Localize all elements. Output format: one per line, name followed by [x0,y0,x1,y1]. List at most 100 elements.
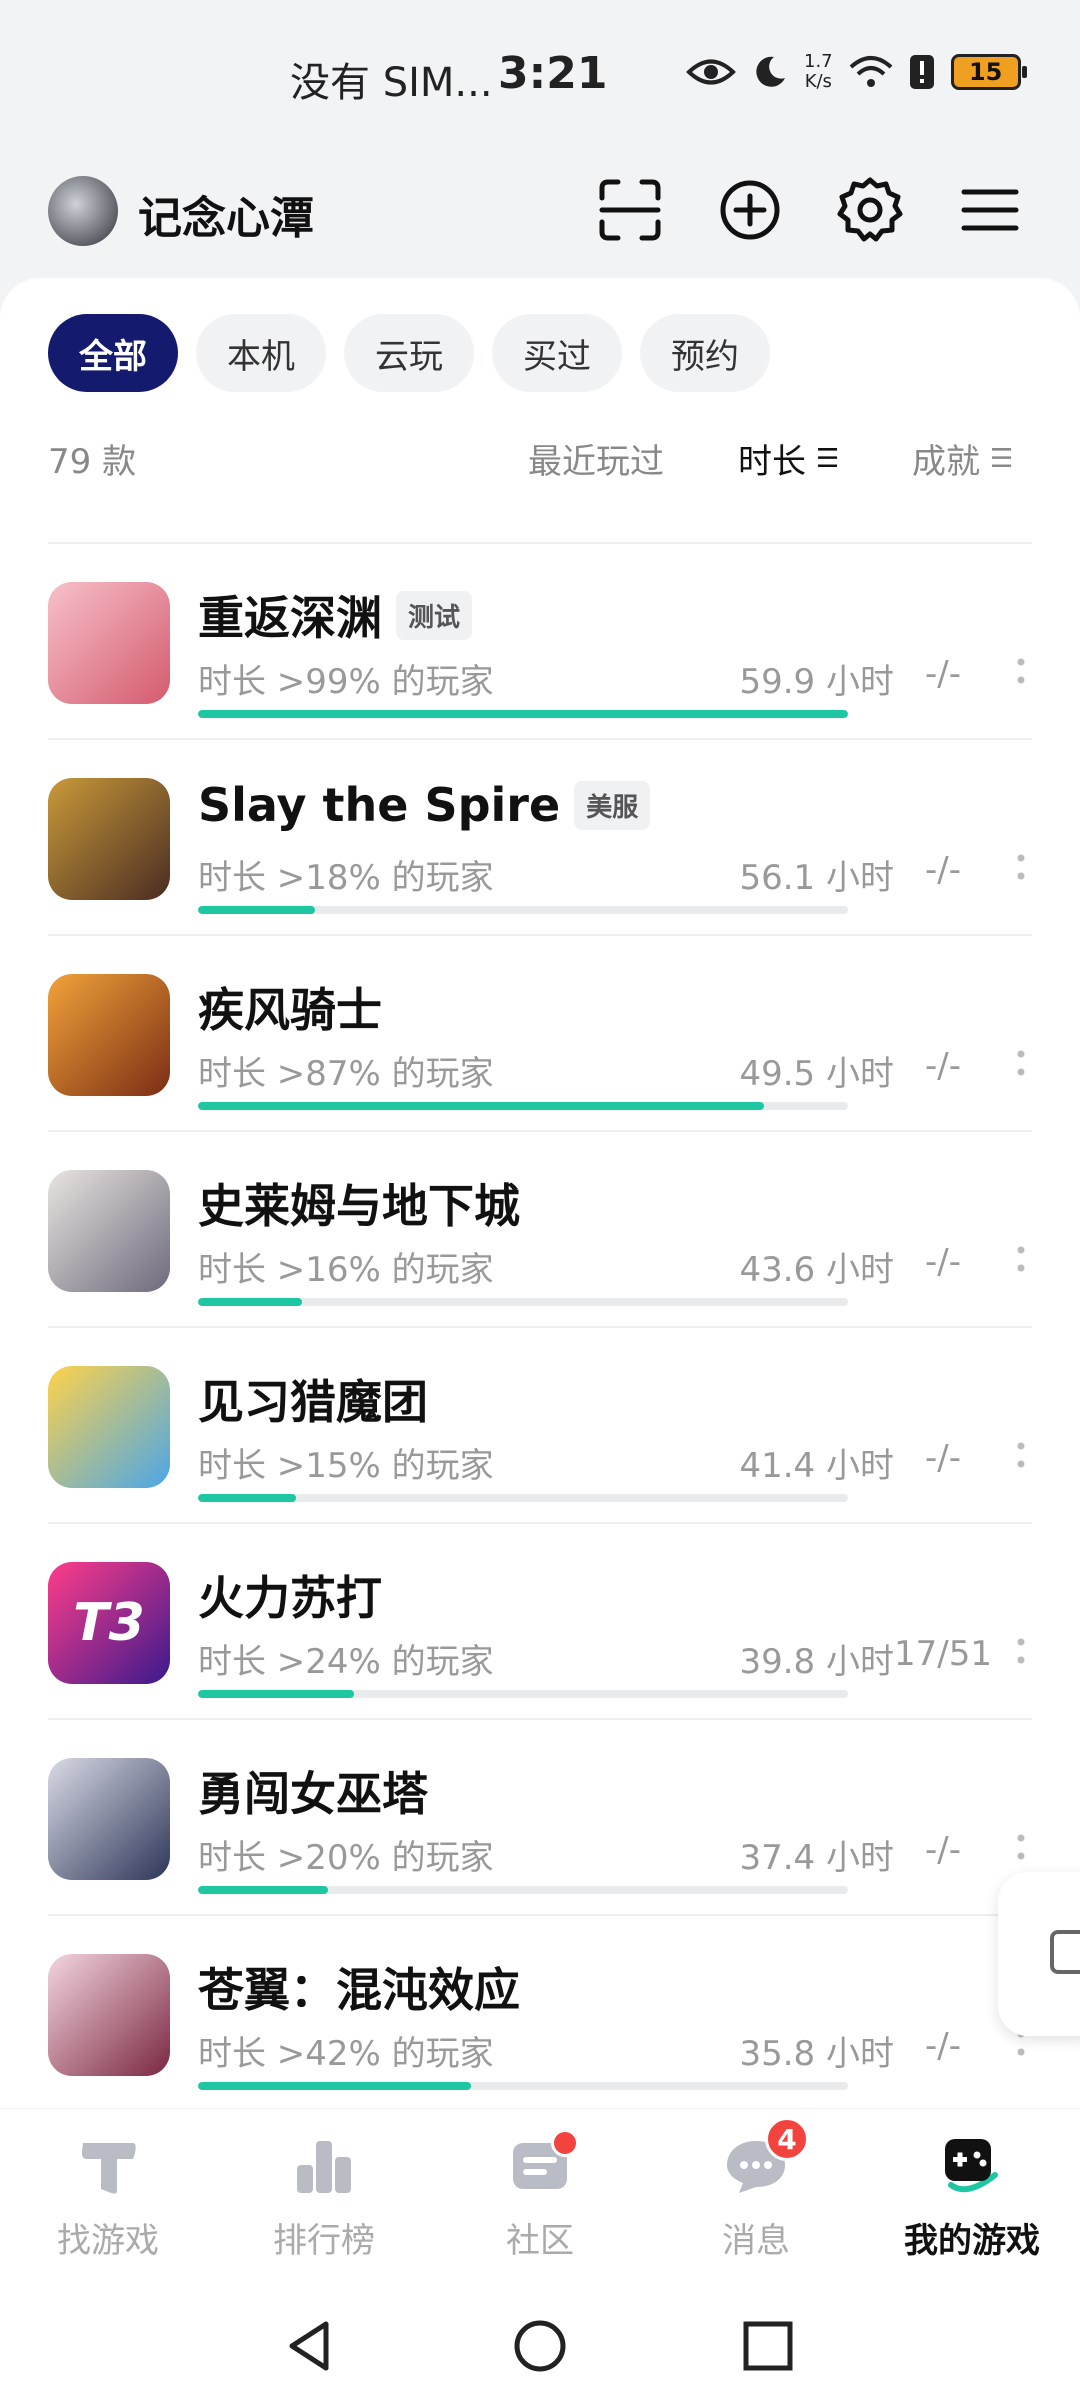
filter-chip[interactable]: 全部 [48,314,178,392]
playtime-percentile: 时长 >20% 的玩家 [198,1838,494,1878]
game-icon[interactable] [48,1954,170,2076]
home-icon[interactable] [510,2316,570,2376]
t-logo-icon [73,2131,143,2201]
more-options-icon[interactable] [1016,654,1026,688]
more-options-icon[interactable] [1016,1830,1026,1864]
game-tag: 美服 [574,780,651,830]
message-icon: 4 [721,2117,809,2201]
more-options-icon[interactable] [1016,1634,1026,1668]
community-icon [505,2129,579,2201]
playtime-percentile: 时长 >18% 的玩家 [198,858,494,898]
notification-dot [551,2129,579,2157]
progress-fill [198,1102,764,1110]
more-options-icon[interactable] [1016,1438,1026,1472]
achievement-count: -/- [925,1046,961,1086]
game-icon[interactable] [48,974,170,1096]
game-title: 勇闯女巫塔 [198,1767,428,1821]
achievement-count: -/- [925,850,961,890]
back-icon[interactable] [280,2316,340,2376]
game-row[interactable]: 疾风骑士 时长 >87% 的玩家 49.5 小时 -/- [48,934,1032,1130]
add-circle-icon[interactable] [714,174,786,246]
achievement-count: -/- [925,1830,961,1870]
scan-icon[interactable] [594,174,666,246]
more-options-icon[interactable] [1016,1046,1026,1080]
gear-icon[interactable] [834,174,906,246]
game-icon[interactable]: T3 [48,1562,170,1684]
menu-icon[interactable] [954,174,1026,246]
more-options-icon[interactable] [1016,1242,1026,1276]
progress-fill [198,1886,328,1894]
avatar[interactable] [48,176,118,246]
carrier-text: 没有 SIM... [290,60,493,106]
achievement-count: -/- [925,2026,961,2066]
sort-achievement[interactable]: 成就 ☰ [912,434,1013,483]
network-speed: 1.7 K/s [804,51,833,92]
clock: 3:21 [498,48,608,99]
status-bar: 没有 SIM... 3:21 1.7 K/s 15 [0,0,1080,150]
game-icon[interactable] [48,778,170,900]
filter-chip[interactable]: 买过 [492,314,622,392]
game-icon[interactable] [48,1366,170,1488]
playtime-percentile: 时长 >87% 的玩家 [198,1054,494,1094]
unread-badge: 4 [765,2117,809,2161]
playtime-percentile: 时长 >15% 的玩家 [198,1446,494,1486]
playtime-percentile: 时长 >16% 的玩家 [198,1250,494,1290]
playtime-progress-bar [198,2082,848,2090]
playtime-hours: 41.4 小时 [739,1446,894,1486]
game-row[interactable]: 苍翼：混沌效应 时长 >42% 的玩家 35.8 小时 -/- [48,1914,1032,2110]
sort-duration[interactable]: 时长 ☰ [738,434,839,483]
playtime-percentile: 时长 >99% 的玩家 [198,662,494,702]
achievement-count: 17/51 [894,1634,992,1674]
playtime-hours: 56.1 小时 [739,858,894,898]
game-row[interactable]: 史莱姆与地下城 时长 >16% 的玩家 43.6 小时 -/- [48,1130,1032,1326]
playtime-percentile: 时长 >24% 的玩家 [198,1642,494,1682]
playtime-hours: 49.5 小时 [739,1054,894,1094]
game-library-panel: 全部 本机 云玩 买过 预约 79 款 最近玩过 时长 ☰ 成就 ☰ 重返深渊 测试 时… [0,278,1080,2108]
game-count: 79 款 [48,442,137,482]
playtime-progress-bar [198,1298,848,1306]
playtime-progress-bar [198,1494,848,1502]
playtime-hours: 37.4 小时 [739,1838,894,1878]
tab-t-logo[interactable]: 找游戏 [0,2131,216,2262]
tab-gamepad[interactable]: 我的游戏 [864,2131,1080,2262]
game-list: 重返深渊 测试 时长 >99% 的玩家 59.9 小时 -/- Slay the… [48,542,1032,2110]
progress-fill [198,906,315,914]
playtime-hours: 35.8 小时 [739,2034,894,2074]
download-float-button[interactable] [998,1872,1080,2036]
playtime-hours: 59.9 小时 [739,662,894,702]
game-icon[interactable] [48,1170,170,1292]
game-row[interactable]: 勇闯女巫塔 时长 >20% 的玩家 37.4 小时 -/- [48,1718,1032,1914]
game-title: 火力苏打 [198,1571,382,1625]
game-title: 见习猎魔团 [198,1375,428,1429]
filter-chip[interactable]: 本机 [196,314,326,392]
filter-chip[interactable]: 云玩 [344,314,474,392]
game-title: 重返深渊 测试 [198,582,473,648]
filter-chip[interactable]: 预约 [640,314,770,392]
tab-ranking[interactable]: 排行榜 [216,2131,432,2262]
profile-header: 记念心潭 [0,160,1080,260]
tab-community[interactable]: 社区 [432,2129,648,2262]
achievement-count: -/- [925,1242,961,1282]
username[interactable]: 记念心潭 [138,182,314,246]
game-icon-text: T3 [73,1593,145,1653]
progress-fill [198,2082,471,2090]
game-row[interactable]: T3 火力苏打 时长 >24% 的玩家 39.8 小时 17/51 [48,1522,1032,1718]
game-icon[interactable] [48,582,170,704]
more-options-icon[interactable] [1016,850,1026,884]
progress-fill [198,1298,302,1306]
progress-fill [198,1494,296,1502]
gamepad-icon [937,2131,1007,2201]
playtime-hours: 43.6 小时 [739,1250,894,1290]
system-nav-bar [0,2288,1080,2400]
sort-recent[interactable]: 最近玩过 [528,434,664,483]
sort-desc-icon: ☰ [816,443,840,474]
game-icon[interactable] [48,1758,170,1880]
sort-icon: ☰ [990,443,1014,474]
recents-icon[interactable] [738,2316,798,2376]
game-row[interactable]: Slay the Spire 美服 时长 >18% 的玩家 56.1 小时 -/… [48,738,1032,934]
game-row[interactable]: 见习猎魔团 时长 >15% 的玩家 41.4 小时 -/- [48,1326,1032,1522]
game-row[interactable]: 重返深渊 测试 时长 >99% 的玩家 59.9 小时 -/- [48,542,1032,738]
moon-icon [756,56,785,87]
tab-message[interactable]: 4 消息 [648,2117,864,2262]
playtime-progress-bar [198,710,848,718]
